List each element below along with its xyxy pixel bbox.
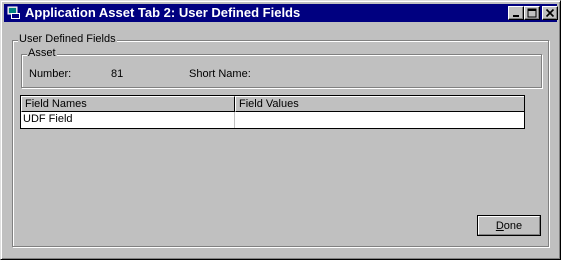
close-button[interactable] [542,6,558,20]
maximize-button[interactable] [524,6,540,20]
asset-group-label: Asset [27,47,57,60]
table-cell-field-name[interactable]: UDF Field [21,112,235,128]
column-header-field-names[interactable]: Field Names [21,96,235,112]
app-icon [7,6,20,19]
udf-grid[interactable]: Field Names Field Values UDF Field [20,95,525,129]
short-name-label: Short Name: [189,68,251,80]
user-defined-fields-group: User Defined Fields Asset Number: 81 Sho… [12,33,549,247]
minimize-button[interactable] [508,6,524,20]
number-value: 81 [111,68,124,80]
number-label: Number: [29,68,72,80]
asset-group: Asset Number: 81 Short Name: [21,47,542,88]
title-bar[interactable]: Application Asset Tab 2: User Defined Fi… [4,4,558,22]
table-cell-field-value[interactable] [235,112,524,128]
done-button-label: Done [495,220,523,232]
close-icon [545,8,555,18]
dialog-window: Application Asset Tab 2: User Defined Fi… [0,0,561,260]
window-title: Application Asset Tab 2: User Defined Fi… [25,5,301,20]
user-defined-fields-label: User Defined Fields [18,33,117,46]
done-button[interactable]: Done [477,215,541,236]
column-header-field-values[interactable]: Field Values [235,96,524,112]
maximize-icon [527,8,537,18]
minimize-icon [513,15,519,17]
